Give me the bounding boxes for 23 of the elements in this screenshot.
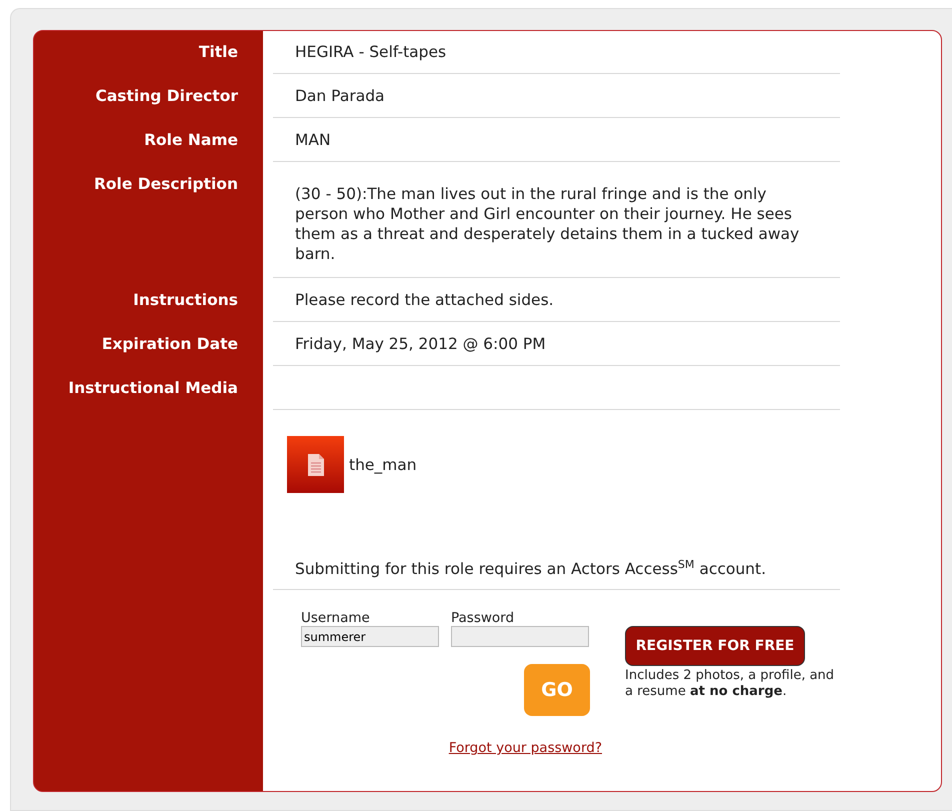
media-file-link[interactable]: the_man: [349, 456, 417, 474]
field-value: (30 - 50):The man lives out in the rural fringe and is the only person who Mother and Girl encounter on their journey. He sees them as a threat and desperately detains them in a tucked away barn.: [295, 184, 800, 264]
forgot-password-link[interactable]: Forgot your password?: [448, 740, 602, 756]
field-value: Dan Parada: [295, 86, 386, 106]
field-label: Role Name: [143, 130, 239, 151]
field-label: Expiration Date: [100, 334, 239, 355]
document-icon[interactable]: [287, 436, 344, 493]
account-notice: Submitting for this role requires an Actors Access$^{SM}$ account.: [273, 555, 840, 590]
field-label: Title: [198, 42, 239, 63]
field-value: Please record the attached sides.: [295, 290, 555, 310]
password-label: Password: [451, 610, 516, 626]
field-label: Role Description: [92, 174, 239, 195]
field-label: Instructional Media: [67, 378, 239, 399]
field-value: HEGIRA - Self-tapes: [295, 42, 448, 62]
field-value: MAN: [295, 130, 332, 150]
username-label: Username: [301, 610, 371, 626]
password-field[interactable]: [451, 626, 589, 648]
register-button[interactable]: REGISTER FOR FREE: [625, 626, 805, 666]
field-value: Friday, May 25, 2012 @ 6:00 PM: [295, 334, 547, 354]
register-note: Includes 2 photos, a profile, and a resume at no charge.: [625, 668, 836, 700]
username-field[interactable]: summerer: [301, 626, 439, 648]
field-label: Instructions: [132, 290, 239, 311]
field-label: Casting Director: [94, 86, 239, 107]
